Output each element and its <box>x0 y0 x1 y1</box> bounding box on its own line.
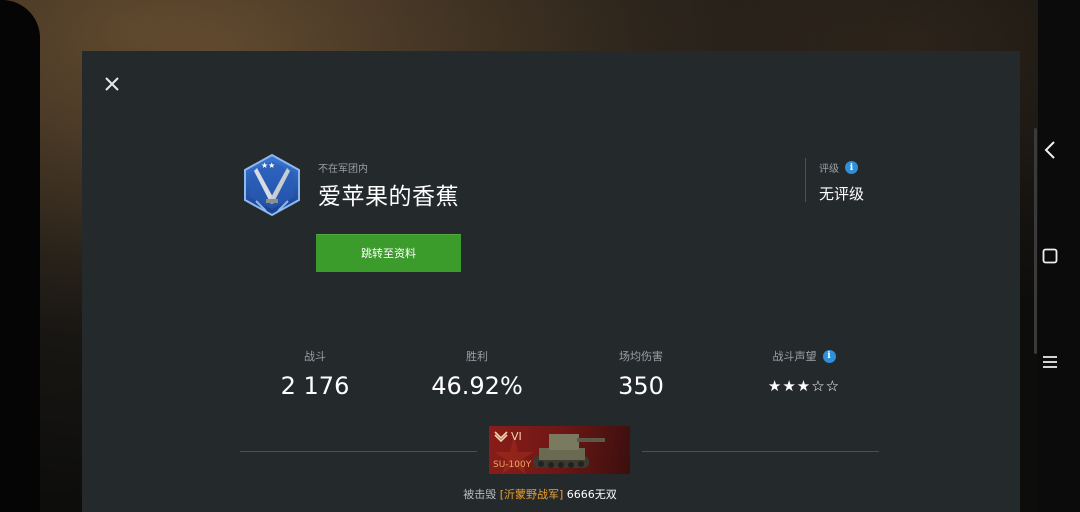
divider-right <box>642 451 879 452</box>
stat-label: 战斗 <box>304 350 326 363</box>
home-button[interactable] <box>1038 244 1062 268</box>
stat-label-row: 战斗声望 i <box>729 348 879 364</box>
player-name: 爱苹果的香蕉 <box>318 184 459 210</box>
stat-value: 350 <box>618 372 664 400</box>
stat-battles: 战斗 2 176 <box>240 348 390 400</box>
close-icon <box>105 77 119 91</box>
screen-left-edge <box>0 0 40 512</box>
svg-text:★★: ★★ <box>261 161 275 170</box>
rating-label: 评级 <box>819 164 839 175</box>
tank-name: SU-100Y <box>493 460 532 470</box>
stat-reputation: 战斗声望 i ★★★☆☆ <box>729 348 879 395</box>
back-button[interactable] <box>1038 138 1062 162</box>
rating-info-icon[interactable]: i <box>845 161 858 174</box>
reputation-info-icon[interactable]: i <box>822 349 836 363</box>
rating-value: 无评级 <box>819 185 865 203</box>
go-to-profile-button[interactable]: 跳转至资料 <box>316 234 461 272</box>
clan-status: 不在军团内 <box>318 164 368 175</box>
destroyed-prefix: 被击毁 <box>463 488 497 501</box>
stat-label: 场均伤害 <box>619 350 663 363</box>
stat-victories: 胜利 46.92% <box>402 348 552 400</box>
rating-label-row: 评级 i <box>819 160 858 175</box>
square-home-icon <box>1042 248 1058 264</box>
reputation-stars: ★★★☆☆ <box>767 377 841 395</box>
killer-clan-tag[interactable]: [沂蒙野战军] <box>500 488 564 501</box>
tank-tier-label: VI <box>511 430 522 443</box>
chevron-rank-icon <box>494 431 508 442</box>
destroyed-by-line: 被击毁 [沂蒙野战军] 6666无双 <box>0 486 1080 502</box>
stat-value: 46.92% <box>431 372 523 400</box>
divider-left <box>240 451 477 452</box>
stat-value: 2 176 <box>280 372 350 400</box>
tank-tier: VI <box>494 430 522 443</box>
scrollbar[interactable] <box>1034 128 1037 354</box>
killer-name[interactable]: 6666无双 <box>567 488 617 501</box>
recents-button[interactable] <box>1038 350 1062 374</box>
stat-label: 战斗声望 <box>772 350 817 363</box>
stat-label: 胜利 <box>466 350 488 363</box>
stat-avg-damage: 场均伤害 350 <box>566 348 716 400</box>
close-button[interactable] <box>98 70 126 98</box>
rating-divider <box>805 158 806 202</box>
player-emblem-icon: ★★ <box>244 153 300 217</box>
chevron-left-icon <box>1044 141 1055 159</box>
tank-card[interactable]: VI SU-100Y <box>489 426 630 474</box>
menu-lines-icon <box>1043 356 1057 368</box>
